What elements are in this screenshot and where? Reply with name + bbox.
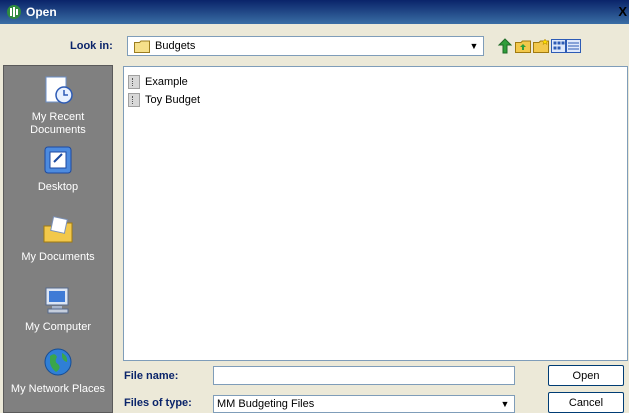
title-bar: Open X bbox=[0, 0, 629, 24]
place-label: My Network Places bbox=[10, 383, 106, 395]
new-folder-icon[interactable] bbox=[533, 38, 549, 54]
look-in-value: Budgets bbox=[155, 40, 196, 52]
place-my-documents[interactable]: My Documents bbox=[4, 214, 112, 264]
file-name: Example bbox=[145, 76, 188, 88]
file-type-dropdown[interactable]: MM Budgeting Files ▼ bbox=[213, 395, 515, 413]
place-label: My Recent Documents bbox=[30, 111, 86, 136]
back-icon[interactable] bbox=[497, 38, 513, 54]
file-name: Toy Budget bbox=[145, 94, 201, 106]
places-bar: My Recent Documents Desktop My Documents… bbox=[3, 65, 113, 413]
place-recent-documents[interactable]: My Recent Documents bbox=[4, 74, 112, 137]
toolbar bbox=[497, 36, 581, 56]
desktop-icon bbox=[44, 146, 72, 174]
file-list[interactable]: Example Toy Budget bbox=[123, 66, 628, 361]
place-desktop[interactable]: Desktop bbox=[4, 144, 112, 194]
look-in-label: Look in: bbox=[70, 40, 113, 52]
window-title: Open bbox=[26, 5, 57, 19]
budget-file-icon bbox=[128, 93, 140, 107]
budget-file-icon bbox=[128, 75, 140, 89]
file-type-value: MM Budgeting Files bbox=[217, 398, 315, 410]
open-button[interactable]: Open bbox=[548, 365, 624, 386]
file-name-label: File name: bbox=[124, 370, 179, 382]
chevron-down-icon[interactable]: ▼ bbox=[466, 38, 482, 54]
up-folder-icon[interactable] bbox=[515, 38, 531, 54]
place-label: My Documents bbox=[21, 251, 95, 263]
folder-icon bbox=[134, 40, 150, 53]
place-network-places[interactable]: My Network Places bbox=[4, 346, 112, 396]
view-menu-icon[interactable] bbox=[551, 38, 581, 54]
my-documents-icon bbox=[43, 216, 73, 243]
list-item[interactable]: Toy Budget bbox=[128, 92, 200, 108]
cancel-button[interactable]: Cancel bbox=[548, 392, 624, 413]
place-label: Desktop bbox=[37, 181, 79, 193]
network-places-icon bbox=[44, 348, 72, 376]
chevron-down-icon[interactable]: ▼ bbox=[497, 397, 513, 411]
recent-documents-icon bbox=[45, 76, 73, 104]
place-my-computer[interactable]: My Computer bbox=[4, 284, 112, 334]
close-button[interactable]: X bbox=[618, 4, 627, 19]
my-computer-icon bbox=[45, 287, 69, 314]
place-label: My Computer bbox=[24, 321, 92, 333]
list-item[interactable]: Example bbox=[128, 74, 188, 90]
app-icon bbox=[7, 5, 21, 19]
look-in-dropdown[interactable]: Budgets ▼ bbox=[127, 36, 484, 56]
file-type-label: Files of type: bbox=[124, 397, 192, 409]
file-name-input[interactable] bbox=[213, 366, 515, 385]
